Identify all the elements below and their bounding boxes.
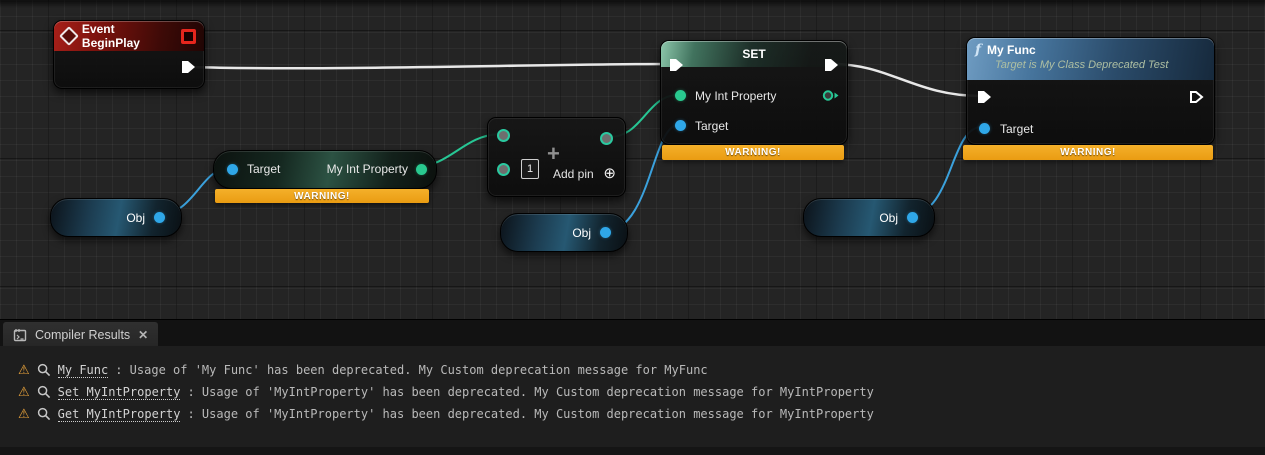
compiler-message-row: ⚠ My Func : Usage of 'My Func' has been … [18, 360, 708, 380]
target-input-pin[interactable] [979, 123, 990, 134]
obj-label: Obj [126, 211, 145, 225]
value-output-ref-pin[interactable] [822, 89, 839, 102]
exec-out-pin[interactable] [1189, 90, 1204, 104]
add-input-pin-b[interactable] [497, 163, 510, 176]
obj-output-pin[interactable] [600, 227, 611, 238]
message-text: : Usage of 'MyIntProperty' has been depr… [187, 385, 873, 399]
warning-triangle-icon: ⚠ [18, 407, 30, 422]
event-beginplay-header: Event BeginPlay [54, 21, 204, 51]
add-pin-label[interactable]: Add pin [553, 167, 594, 181]
exec-wire-set-to-myfunc[interactable] [832, 64, 981, 96]
delegate-box-icon[interactable] [181, 29, 196, 44]
warning-text: WARNING! [725, 147, 781, 158]
plus-icon: + [547, 143, 560, 165]
message-node-link[interactable]: Set MyIntProperty [58, 385, 181, 400]
message-node-link[interactable]: My Func [58, 363, 109, 378]
target-pin-label: Target [695, 119, 728, 133]
compiler-results-tab-bar: Compiler Results ✕ [0, 319, 1265, 347]
panel-bottom-strip [0, 447, 1265, 455]
search-icon[interactable] [37, 407, 51, 421]
warning-text: WARNING! [1060, 147, 1116, 158]
warning-banner-myfunc: WARNING! [963, 145, 1213, 160]
obj-output-pin[interactable] [907, 212, 918, 223]
tab-title: Compiler Results [35, 328, 130, 342]
exec-in-pin[interactable] [669, 58, 684, 72]
target-input-pin[interactable] [675, 120, 686, 131]
compiler-message-row: ⚠ Get MyIntProperty : Usage of 'MyIntPro… [18, 404, 874, 424]
tab-compiler-results[interactable]: Compiler Results ✕ [3, 322, 158, 347]
search-icon[interactable] [37, 363, 51, 377]
node-event-beginplay[interactable]: Event BeginPlay [53, 20, 205, 89]
exec-in-pin[interactable] [977, 90, 992, 104]
node-obj-3[interactable]: Obj [803, 198, 935, 237]
message-text: : Usage of 'My Func' has been deprecated… [115, 363, 707, 377]
warning-text: WARNING! [294, 191, 350, 202]
node-get-my-int-property[interactable]: Target My Int Property [213, 150, 437, 189]
value-input-pin[interactable] [675, 90, 686, 101]
warning-banner-getter: WARNING! [215, 189, 429, 203]
node-obj-2[interactable]: Obj [500, 213, 628, 252]
add-default-value-field[interactable]: 1 [521, 159, 539, 179]
warning-banner-set: WARNING! [662, 145, 844, 160]
exec-out-pin[interactable] [824, 58, 839, 72]
target-input-pin[interactable] [227, 164, 238, 175]
compiler-results-icon [13, 328, 27, 342]
function-icon: f [975, 42, 981, 58]
exec-wire-beginplay-to-set[interactable] [190, 64, 672, 68]
my-func-header: f My Func Target is My Class Deprecated … [967, 38, 1214, 80]
message-text: : Usage of 'MyIntProperty' has been depr… [187, 407, 873, 421]
value-pin-label: My Int Property [695, 89, 776, 103]
value-pin-label: My Int Property [327, 162, 408, 176]
event-beginplay-title: Event BeginPlay [82, 22, 175, 50]
value-output-pin[interactable] [416, 164, 427, 175]
set-title: SET [742, 47, 765, 61]
compiler-results-log[interactable]: ⚠ My Func : Usage of 'My Func' has been … [0, 346, 1265, 447]
add-pin-icon[interactable]: ⊕ [603, 166, 616, 181]
exec-out-pin[interactable] [181, 60, 196, 74]
my-func-subtitle: Target is My Class Deprecated Test [995, 59, 1168, 71]
event-icon [59, 26, 79, 46]
obj-label: Obj [879, 211, 898, 225]
target-pin-label: Target [1000, 122, 1033, 136]
set-header: SET [661, 41, 847, 67]
node-add[interactable]: 1 + Add pin ⊕ [487, 117, 626, 197]
message-node-link[interactable]: Get MyIntProperty [58, 407, 181, 422]
node-set-my-int-property[interactable]: SET My Int Property Target [660, 40, 848, 145]
warning-triangle-icon: ⚠ [18, 363, 30, 378]
obj-output-pin[interactable] [154, 212, 165, 223]
blueprint-graph-canvas[interactable]: Event BeginPlay Target My Int Property W… [0, 0, 1265, 319]
node-my-func[interactable]: f My Func Target is My Class Deprecated … [966, 37, 1215, 145]
warning-triangle-icon: ⚠ [18, 385, 30, 400]
tab-close-icon[interactable]: ✕ [138, 328, 148, 342]
node-obj-1[interactable]: Obj [50, 198, 182, 237]
obj-label: Obj [572, 226, 591, 240]
target-pin-label: Target [247, 162, 280, 176]
add-input-pin-a[interactable] [497, 129, 510, 142]
search-icon[interactable] [37, 385, 51, 399]
my-func-title: My Func [987, 43, 1036, 57]
add-output-pin[interactable] [600, 132, 613, 145]
compiler-message-row: ⚠ Set MyIntProperty : Usage of 'MyIntPro… [18, 382, 874, 402]
